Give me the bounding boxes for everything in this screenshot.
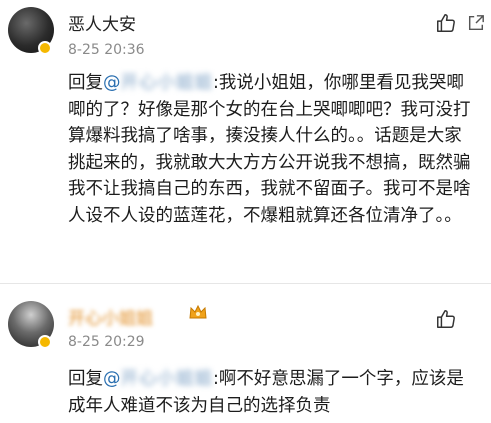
- comment-timestamp: 8-25 20:29: [68, 334, 145, 350]
- blurred-mention-name: 开心小姐姐: [120, 73, 213, 93]
- comment-timestamp: 8-25 20:36: [68, 42, 145, 58]
- thumbs-up-icon[interactable]: [435, 308, 457, 330]
- comment-username[interactable]: 恶人大安: [68, 10, 136, 35]
- reply-prefix: 回复: [68, 369, 103, 389]
- blurred-mention-name: 开心小姐姐: [120, 369, 213, 389]
- comment-item: 开心小姐姐 8-25 20:29 回复@开心小姐姐:啊不好意思漏了一个字，应该是…: [0, 283, 491, 423]
- reply-prefix: 回复: [68, 73, 103, 93]
- vip-badge-icon: [38, 335, 52, 349]
- comment-item: 恶人大安 8-25 20:36 回复@开心小姐姐:我说小姐姐，你哪里看见我哭唧唧…: [0, 0, 491, 283]
- thumbs-up-icon[interactable]: [435, 12, 457, 34]
- comment-username-blurred[interactable]: 开心小姐姐: [68, 304, 153, 329]
- mention-link[interactable]: @开心小姐姐: [103, 73, 213, 93]
- crown-icon: [189, 304, 207, 319]
- mention-link[interactable]: @开心小姐姐: [103, 369, 213, 389]
- vip-badge-icon: [38, 41, 52, 55]
- comment-body: 回复@开心小姐姐:我说小姐姐，你哪里看见我哭唧唧的了？好像是那个女的在台上哭唧唧…: [68, 70, 477, 229]
- comment-body: 回复@开心小姐姐:啊不好意思漏了一个字，应该是成年人难道不该为自己的选择负责: [68, 366, 477, 419]
- share-icon[interactable]: [467, 14, 485, 32]
